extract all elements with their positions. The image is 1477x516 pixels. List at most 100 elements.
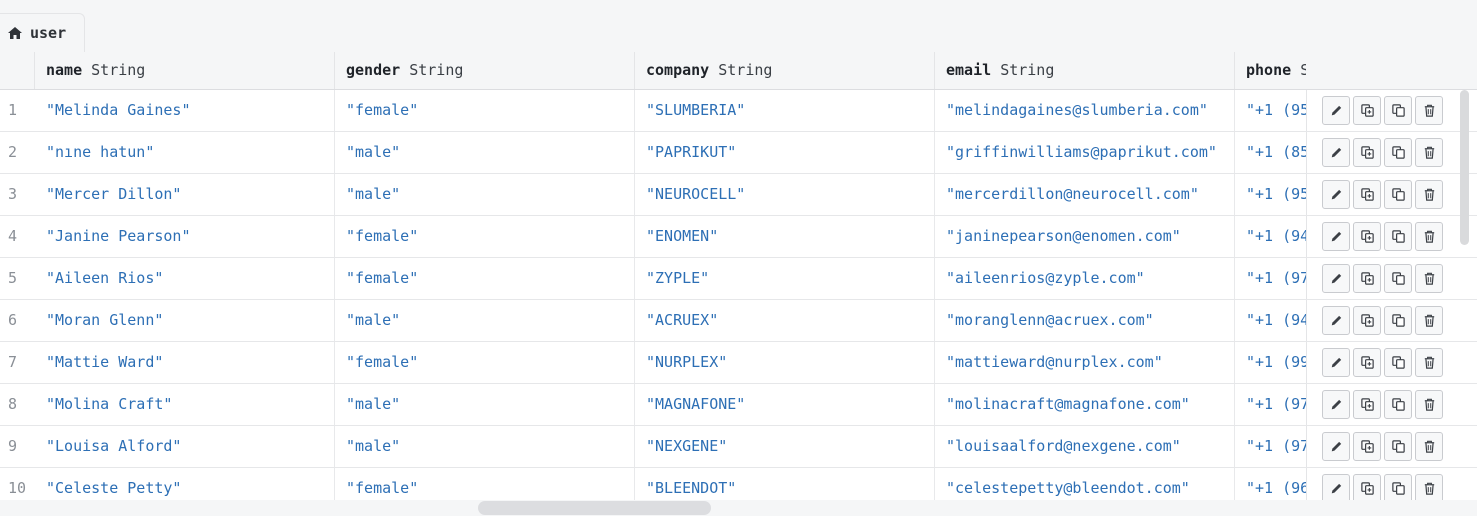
table-row[interactable]: 3 "Mercer Dillon" "male" "NEUROCELL" "mercer…	[0, 174, 1477, 216]
cell-email[interactable]: "griffinwilliams@paprikut.com"	[935, 132, 1235, 173]
edit-document-button[interactable]	[1322, 264, 1350, 293]
delete-document-button[interactable]	[1415, 390, 1443, 419]
cell-gender[interactable]: "female"	[335, 90, 635, 131]
cell-name[interactable]: "Mercer Dillon"	[35, 174, 335, 215]
vertical-scrollbar[interactable]	[1458, 90, 1470, 490]
copy-document-button[interactable]	[1384, 222, 1412, 251]
cell-gender[interactable]: "male"	[335, 426, 635, 467]
cell-name[interactable]: "Janine Pearson"	[35, 216, 335, 257]
delete-document-button[interactable]	[1415, 306, 1443, 335]
cell-gender[interactable]: "male"	[335, 300, 635, 341]
table-row[interactable]: 9 "Louisa Alford" "male" "NEXGENE" "louisaal…	[0, 426, 1477, 468]
clone-document-button[interactable]	[1353, 306, 1381, 335]
cell-company[interactable]: "NEUROCELL"	[635, 174, 935, 215]
cell-company[interactable]: "ACRUEX"	[635, 300, 935, 341]
table-row[interactable]: 6 "Moran Glenn" "male" "ACRUEX" "moranglenn@…	[0, 300, 1477, 342]
cell-email[interactable]: "melindagaines@slumberia.com"	[935, 90, 1235, 131]
cell-name[interactable]: "nıne hatun"	[35, 132, 335, 173]
cell-phone[interactable]: "+1 (97	[1235, 258, 1306, 299]
copy-document-button[interactable]	[1384, 432, 1412, 461]
cell-company[interactable]: "NEXGENE"	[635, 426, 935, 467]
copy-document-button[interactable]	[1384, 264, 1412, 293]
delete-document-button[interactable]	[1415, 348, 1443, 377]
table-row[interactable]: 1 "Melinda Gaines" "female" "SLUMBERIA" "mel…	[0, 90, 1477, 132]
cell-phone[interactable]: "+1 (95	[1235, 174, 1306, 215]
cell-company[interactable]: "PAPRIKUT"	[635, 132, 935, 173]
cell-name[interactable]: "Molina Craft"	[35, 384, 335, 425]
cell-phone[interactable]: "+1 (97	[1235, 426, 1306, 467]
cell-email[interactable]: "mattieward@nurplex.com"	[935, 342, 1235, 383]
cell-email[interactable]: "molinacraft@magnafone.com"	[935, 384, 1235, 425]
cell-company[interactable]: "SLUMBERIA"	[635, 90, 935, 131]
clone-document-button[interactable]	[1353, 348, 1381, 377]
cell-name[interactable]: "Mattie Ward"	[35, 342, 335, 383]
cell-company[interactable]: "ZYPLE"	[635, 258, 935, 299]
clone-document-button[interactable]	[1353, 390, 1381, 419]
copy-document-button[interactable]	[1384, 474, 1412, 503]
cell-name[interactable]: "Louisa Alford"	[35, 426, 335, 467]
clone-document-button[interactable]	[1353, 138, 1381, 167]
clone-document-button[interactable]	[1353, 180, 1381, 209]
cell-phone[interactable]: "+1 (85	[1235, 132, 1306, 173]
delete-document-button[interactable]	[1415, 180, 1443, 209]
edit-document-button[interactable]	[1322, 222, 1350, 251]
cell-phone[interactable]: "+1 (97	[1235, 384, 1306, 425]
copy-document-button[interactable]	[1384, 96, 1412, 125]
clone-document-button[interactable]	[1353, 222, 1381, 251]
table-row[interactable]: 7 "Mattie Ward" "female" "NURPLEX" "mattiewa…	[0, 342, 1477, 384]
tab-user[interactable]: user	[0, 13, 85, 52]
edit-document-button[interactable]	[1322, 348, 1350, 377]
cell-phone[interactable]: "+1 (94	[1235, 300, 1306, 341]
table-row[interactable]: 2 "nıne hatun" "male" "PAPRIKUT" "griffinwil…	[0, 132, 1477, 174]
cell-phone[interactable]: "+1 (95	[1235, 90, 1306, 131]
vertical-scrollbar-thumb[interactable]	[1460, 90, 1469, 245]
edit-document-button[interactable]	[1322, 138, 1350, 167]
cell-name[interactable]: "Melinda Gaines"	[35, 90, 335, 131]
column-header-company[interactable]: company String	[635, 52, 935, 89]
cell-gender[interactable]: "female"	[335, 258, 635, 299]
edit-document-button[interactable]	[1322, 306, 1350, 335]
edit-document-button[interactable]	[1322, 390, 1350, 419]
edit-document-button[interactable]	[1322, 474, 1350, 503]
horizontal-scrollbar[interactable]	[0, 500, 1477, 516]
copy-document-button[interactable]	[1384, 390, 1412, 419]
cell-name[interactable]: "Aileen Rios"	[35, 258, 335, 299]
cell-company[interactable]: "MAGNAFONE"	[635, 384, 935, 425]
clone-document-button[interactable]	[1353, 96, 1381, 125]
cell-gender[interactable]: "male"	[335, 132, 635, 173]
cell-gender[interactable]: "female"	[335, 216, 635, 257]
edit-document-button[interactable]	[1322, 432, 1350, 461]
delete-document-button[interactable]	[1415, 96, 1443, 125]
cell-gender[interactable]: "male"	[335, 174, 635, 215]
column-header-name[interactable]: name String	[35, 52, 335, 89]
cell-email[interactable]: "janinepearson@enomen.com"	[935, 216, 1235, 257]
delete-document-button[interactable]	[1415, 264, 1443, 293]
cell-company[interactable]: "ENOMEN"	[635, 216, 935, 257]
copy-document-button[interactable]	[1384, 180, 1412, 209]
clone-document-button[interactable]	[1353, 474, 1381, 503]
table-row[interactable]: 8 "Molina Craft" "male" "MAGNAFONE" "molinac…	[0, 384, 1477, 426]
copy-document-button[interactable]	[1384, 348, 1412, 377]
cell-phone[interactable]: "+1 (99	[1235, 342, 1306, 383]
delete-document-button[interactable]	[1415, 138, 1443, 167]
column-header-email[interactable]: email String	[935, 52, 1235, 89]
cell-company[interactable]: "NURPLEX"	[635, 342, 935, 383]
column-header-phone[interactable]: phone S	[1235, 52, 1306, 89]
cell-name[interactable]: "Moran Glenn"	[35, 300, 335, 341]
cell-email[interactable]: "mercerdillon@neurocell.com"	[935, 174, 1235, 215]
cell-phone[interactable]: "+1 (94	[1235, 216, 1306, 257]
edit-document-button[interactable]	[1322, 96, 1350, 125]
table-row[interactable]: 5 "Aileen Rios" "female" "ZYPLE" "aileenrios…	[0, 258, 1477, 300]
clone-document-button[interactable]	[1353, 264, 1381, 293]
column-header-gender[interactable]: gender String	[335, 52, 635, 89]
delete-document-button[interactable]	[1415, 474, 1443, 503]
table-row[interactable]: 4 "Janine Pearson" "female" "ENOMEN" "janine…	[0, 216, 1477, 258]
cell-gender[interactable]: "male"	[335, 384, 635, 425]
delete-document-button[interactable]	[1415, 432, 1443, 461]
edit-document-button[interactable]	[1322, 180, 1350, 209]
copy-document-button[interactable]	[1384, 138, 1412, 167]
cell-email[interactable]: "aileenrios@zyple.com"	[935, 258, 1235, 299]
cell-email[interactable]: "moranglenn@acruex.com"	[935, 300, 1235, 341]
cell-gender[interactable]: "female"	[335, 342, 635, 383]
delete-document-button[interactable]	[1415, 222, 1443, 251]
